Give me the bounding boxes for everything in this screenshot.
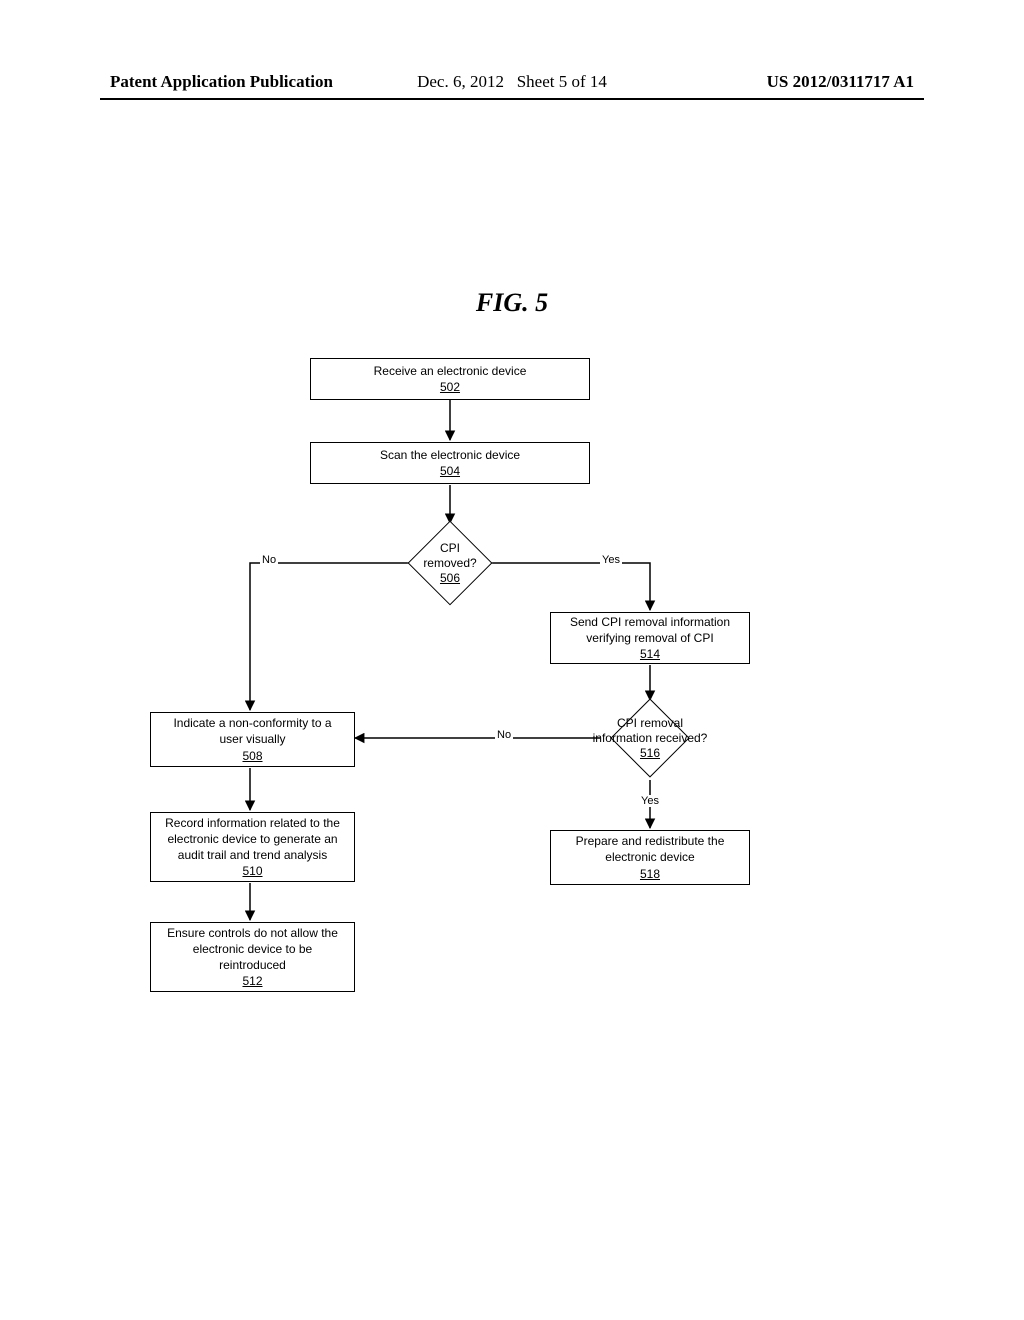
- label-516-yes: Yes: [639, 795, 661, 807]
- box-502-text: Receive an electronic device: [317, 363, 583, 379]
- box-508-l2: user visually: [157, 731, 348, 747]
- flowchart: Receive an electronic device 502 Scan th…: [140, 340, 900, 1080]
- box-514: Send CPI removal information verifying r…: [550, 612, 750, 664]
- box-510-l2: electronic device to generate an: [157, 831, 348, 847]
- box-518-l2: electronic device: [557, 849, 743, 865]
- page-header: Patent Application Publication Dec. 6, 2…: [0, 72, 1024, 92]
- box-502-num: 502: [317, 379, 583, 395]
- header-sheet: Sheet 5 of 14: [517, 72, 607, 91]
- d516-l2: information received?: [593, 731, 708, 746]
- box-514-l1: Send CPI removal information: [557, 614, 743, 630]
- d516-num: 516: [640, 746, 660, 761]
- box-502: Receive an electronic device 502: [310, 358, 590, 400]
- box-510: Record information related to the electr…: [150, 812, 355, 882]
- label-516-no: No: [495, 729, 513, 741]
- label-506-yes: Yes: [600, 554, 622, 566]
- box-504: Scan the electronic device 504: [310, 442, 590, 484]
- box-518-l1: Prepare and redistribute the: [557, 833, 743, 849]
- box-512-l1: Ensure controls do not allow the: [157, 925, 348, 941]
- box-512-l3: reintroduced: [157, 957, 348, 973]
- d506-l2: removed?: [423, 556, 476, 571]
- box-508-l1: Indicate a non-conformity to a: [157, 715, 348, 731]
- d506-num: 506: [440, 571, 460, 586]
- d506-l1: CPI: [440, 541, 460, 556]
- box-510-num: 510: [157, 863, 348, 879]
- box-512: Ensure controls do not allow the electro…: [150, 922, 355, 992]
- box-518: Prepare and redistribute the electronic …: [550, 830, 750, 885]
- figure-title: FIG. 5: [0, 288, 1024, 318]
- box-514-l2: verifying removal of CPI: [557, 630, 743, 646]
- box-512-num: 512: [157, 973, 348, 989]
- box-510-l1: Record information related to the: [157, 815, 348, 831]
- diamond-516: CPI removal information received? 516: [622, 710, 678, 766]
- box-512-l2: electronic device to be: [157, 941, 348, 957]
- label-506-no: No: [260, 554, 278, 566]
- box-508: Indicate a non-conformity to a user visu…: [150, 712, 355, 767]
- header-left: Patent Application Publication: [110, 72, 333, 92]
- box-518-num: 518: [557, 866, 743, 882]
- box-514-num: 514: [557, 646, 743, 662]
- box-510-l3: audit trail and trend analysis: [157, 847, 348, 863]
- header-mid: Dec. 6, 2012 Sheet 5 of 14: [417, 72, 607, 92]
- diamond-506: CPI removed? 506: [420, 533, 480, 593]
- header-date: Dec. 6, 2012: [417, 72, 504, 91]
- d516-l1: CPI removal: [617, 716, 683, 731]
- box-504-num: 504: [317, 463, 583, 479]
- header-rule: [100, 98, 924, 100]
- box-504-text: Scan the electronic device: [317, 447, 583, 463]
- header-right: US 2012/0311717 A1: [767, 72, 914, 92]
- box-508-num: 508: [157, 748, 348, 764]
